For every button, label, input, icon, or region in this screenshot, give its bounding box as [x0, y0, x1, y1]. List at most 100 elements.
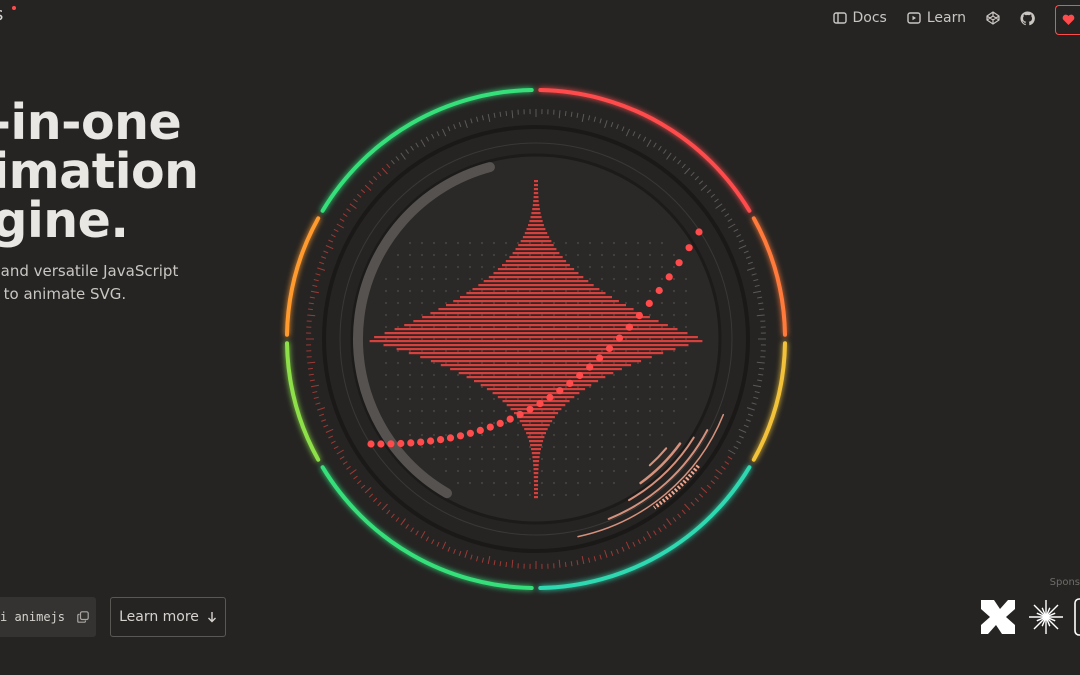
grid-dot	[589, 410, 591, 412]
grid-dot	[505, 446, 507, 448]
tick-mark	[753, 384, 762, 388]
waveform-bar	[510, 408, 562, 411]
tick-mark	[447, 126, 451, 132]
tick-mark	[315, 273, 321, 276]
waveform-bar	[396, 348, 676, 351]
tick-mark	[756, 361, 765, 364]
tick-mark	[694, 497, 699, 502]
grid-dot	[505, 278, 507, 280]
tick-mark	[746, 407, 755, 411]
grid-dot	[649, 386, 651, 388]
grid-dot	[517, 482, 519, 484]
grid-dot	[385, 398, 387, 400]
tick-mark	[662, 524, 667, 529]
grid-dot	[445, 266, 447, 268]
grid-dot	[541, 242, 543, 244]
tick-mark	[698, 180, 704, 185]
tick-mark	[610, 550, 614, 556]
curve-dot	[566, 379, 574, 387]
grid-dot	[625, 266, 627, 268]
grid-dot	[481, 278, 483, 280]
install-command[interactable]: i animejs	[0, 597, 96, 637]
grid-dot	[613, 422, 615, 424]
grid-dot	[433, 266, 435, 268]
grid-dot	[649, 266, 651, 268]
grid-dot	[493, 338, 495, 340]
grid-dot	[493, 422, 495, 424]
grid-dot	[409, 398, 411, 400]
grid-dot	[685, 386, 687, 388]
tick-mark	[747, 413, 753, 417]
waveform-bar	[534, 496, 538, 499]
grid-dot	[433, 350, 435, 352]
tick-mark	[662, 149, 667, 154]
grid-dot	[397, 374, 399, 376]
grid-dot	[529, 254, 531, 256]
grid-dot	[613, 302, 615, 304]
grid-dot	[577, 338, 579, 340]
grid-dot	[469, 266, 471, 268]
learn-more-button[interactable]: Learn more	[110, 597, 226, 637]
grid-dot	[637, 266, 639, 268]
curve-dot	[417, 438, 425, 446]
tick-mark	[681, 509, 686, 515]
waveform-bar	[505, 260, 567, 263]
tick-mark	[328, 239, 334, 243]
grid-dot	[481, 446, 483, 448]
grid-dot	[493, 398, 495, 400]
grid-dot	[433, 410, 435, 412]
tick-mark	[505, 110, 508, 116]
grid-dot	[433, 458, 435, 460]
tick-mark	[470, 554, 473, 560]
tick-mark	[368, 180, 374, 185]
grid-dot	[673, 314, 675, 316]
grid-dot	[541, 434, 543, 436]
tick-mark	[653, 142, 657, 148]
copy-icon[interactable]	[77, 611, 89, 623]
sponsor-logo-3[interactable]	[1074, 598, 1080, 640]
grid-dot	[397, 266, 399, 268]
grid-dot	[673, 362, 675, 364]
grid-dot	[565, 434, 567, 436]
tick-mark	[458, 550, 462, 556]
tick-mark	[307, 314, 316, 317]
grid-dot	[673, 374, 675, 376]
grid-dot	[637, 326, 639, 328]
grid-dot	[637, 290, 639, 292]
tick-mark	[499, 561, 502, 567]
sponsor-logo-2[interactable]	[1028, 597, 1064, 641]
grid-dot	[481, 374, 483, 376]
tick-mark	[373, 176, 378, 181]
grid-dot	[589, 242, 591, 244]
inner-rings	[322, 125, 750, 553]
grid-dot	[493, 374, 495, 376]
tick-mark	[653, 530, 657, 536]
grid-dot	[649, 410, 651, 412]
grid-dot	[421, 434, 423, 436]
tick-mark	[349, 469, 357, 475]
tick-mark	[342, 461, 348, 465]
grid-dot	[601, 254, 603, 256]
tick-mark	[364, 487, 372, 494]
grid-dot	[589, 266, 591, 268]
grid-dot	[601, 326, 603, 328]
grid-dot	[517, 398, 519, 400]
tick-mark	[756, 314, 765, 317]
grid-dot	[385, 290, 387, 292]
curve-dot	[446, 434, 455, 442]
grid-dot	[433, 398, 435, 400]
grid-dot	[481, 350, 483, 352]
sponsor-logo-1[interactable]	[978, 597, 1018, 641]
grid-dot	[601, 410, 603, 412]
waveform-bar	[472, 288, 600, 291]
grid-dot	[517, 386, 519, 388]
waveform-bar	[458, 372, 614, 375]
grid-dot	[445, 434, 447, 436]
curve-dot	[536, 400, 544, 408]
grid-dot	[505, 266, 507, 268]
grid-dot	[421, 278, 423, 280]
tick-mark	[328, 435, 334, 439]
waveform-bar	[488, 276, 584, 279]
grid-dot	[601, 362, 603, 364]
grid-dot	[625, 398, 627, 400]
